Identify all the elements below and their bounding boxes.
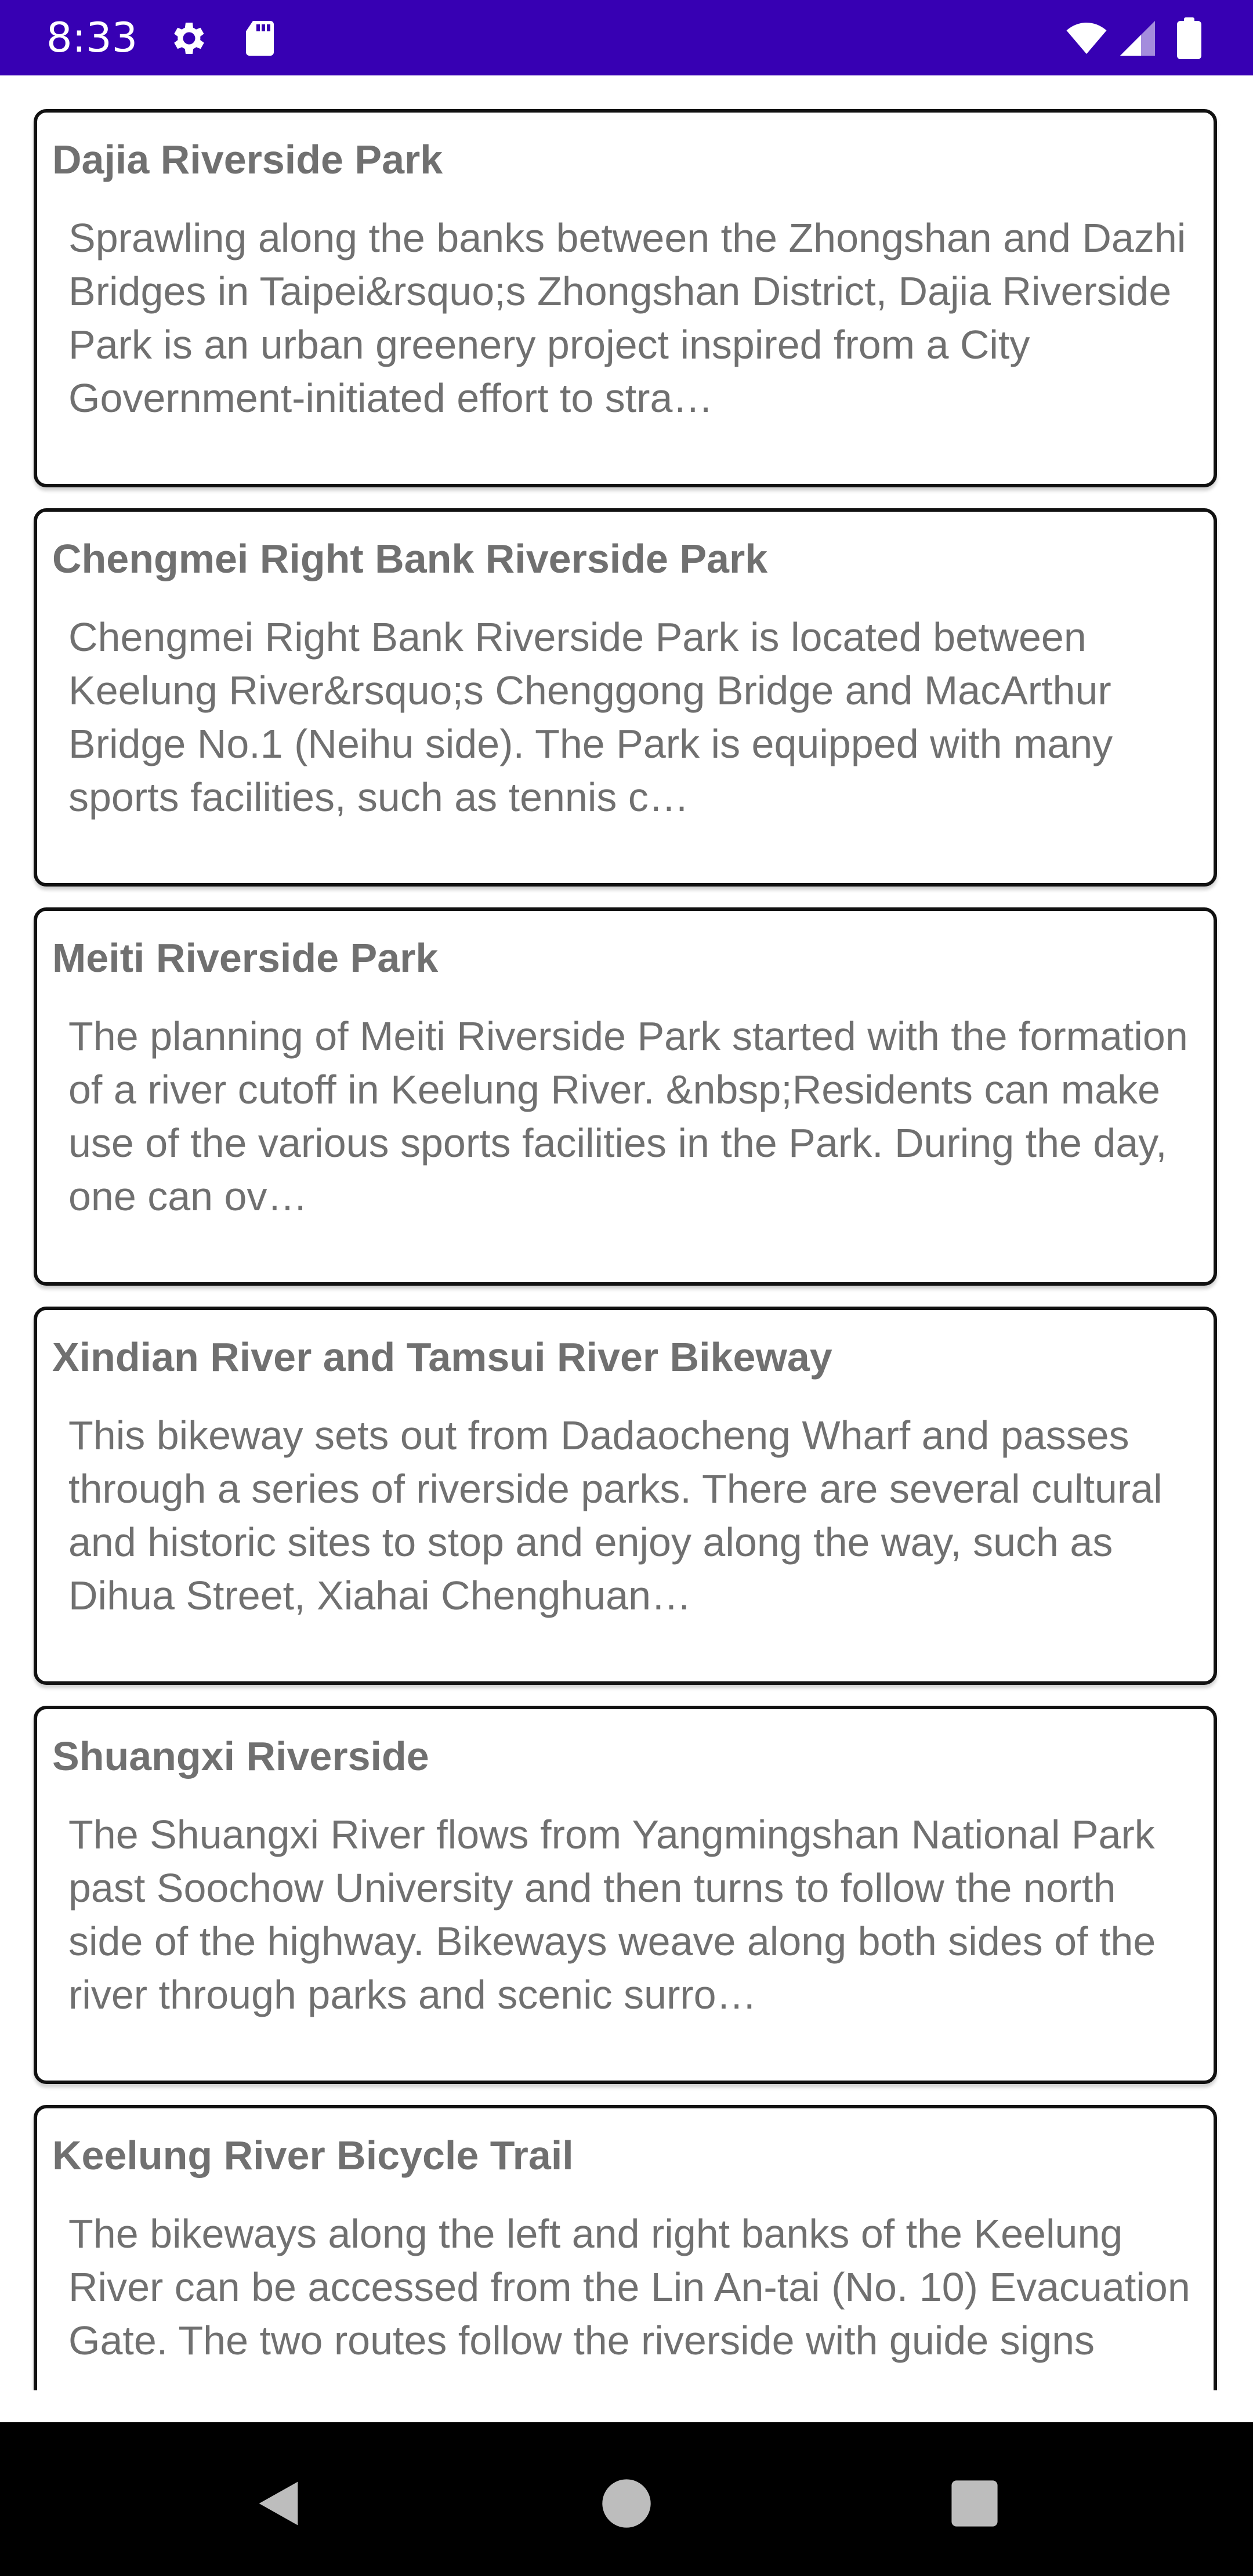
settings-gear-icon	[168, 17, 210, 59]
place-description: The planning of Meiti Riverside Park sta…	[68, 1014, 1188, 1219]
places-list[interactable]: Dajia Riverside Park Sprawling along the…	[0, 75, 1253, 2390]
place-description: Sprawling along the banks between the Zh…	[68, 215, 1186, 421]
status-time: 8:33	[46, 14, 138, 61]
place-card[interactable]: Meiti Riverside Park The planning of Mei…	[34, 907, 1217, 1286]
place-title: Dajia Riverside Park	[52, 137, 443, 182]
signal-icon	[1117, 17, 1158, 59]
place-title: Xindian River and Tamsui River Bikeway	[52, 1334, 832, 1380]
place-card[interactable]: Keelung River Bicycle Trail The bikeways…	[34, 2105, 1217, 2390]
place-title: Keelung River Bicycle Trail	[52, 2133, 574, 2178]
navigation-bar	[0, 2422, 1253, 2576]
recents-icon[interactable]	[946, 2474, 1004, 2532]
place-description: Chengmei Right Bank Riverside Park is lo…	[68, 614, 1113, 820]
place-card[interactable]: Chengmei Right Bank Riverside Park Cheng…	[34, 508, 1217, 887]
place-description: The Shuangxi River flows from Yangmingsh…	[68, 1812, 1156, 2017]
place-card[interactable]: Dajia Riverside Park Sprawling along the…	[34, 109, 1217, 487]
place-card[interactable]: Xindian River and Tamsui River Bikeway T…	[34, 1307, 1217, 1685]
home-icon[interactable]	[597, 2474, 656, 2532]
place-title: Chengmei Right Bank Riverside Park	[52, 536, 768, 581]
place-description: The bikeways along the left and right ba…	[68, 2211, 1190, 2375]
back-icon[interactable]	[249, 2474, 307, 2532]
place-card[interactable]: Shuangxi Riverside The Shuangxi River fl…	[34, 1706, 1217, 2084]
app-screen: 8:33 Dajia Riverside Park Sprawling alon…	[0, 0, 1253, 2576]
status-bar: 8:33	[0, 0, 1253, 75]
place-description: This bikeway sets out from Dadaocheng Wh…	[68, 1413, 1163, 1618]
place-title: Meiti Riverside Park	[52, 935, 439, 981]
battery-icon	[1172, 17, 1207, 59]
place-title: Shuangxi Riverside	[52, 1734, 429, 1779]
wifi-icon	[1062, 17, 1111, 59]
sd-card-icon	[241, 17, 283, 59]
